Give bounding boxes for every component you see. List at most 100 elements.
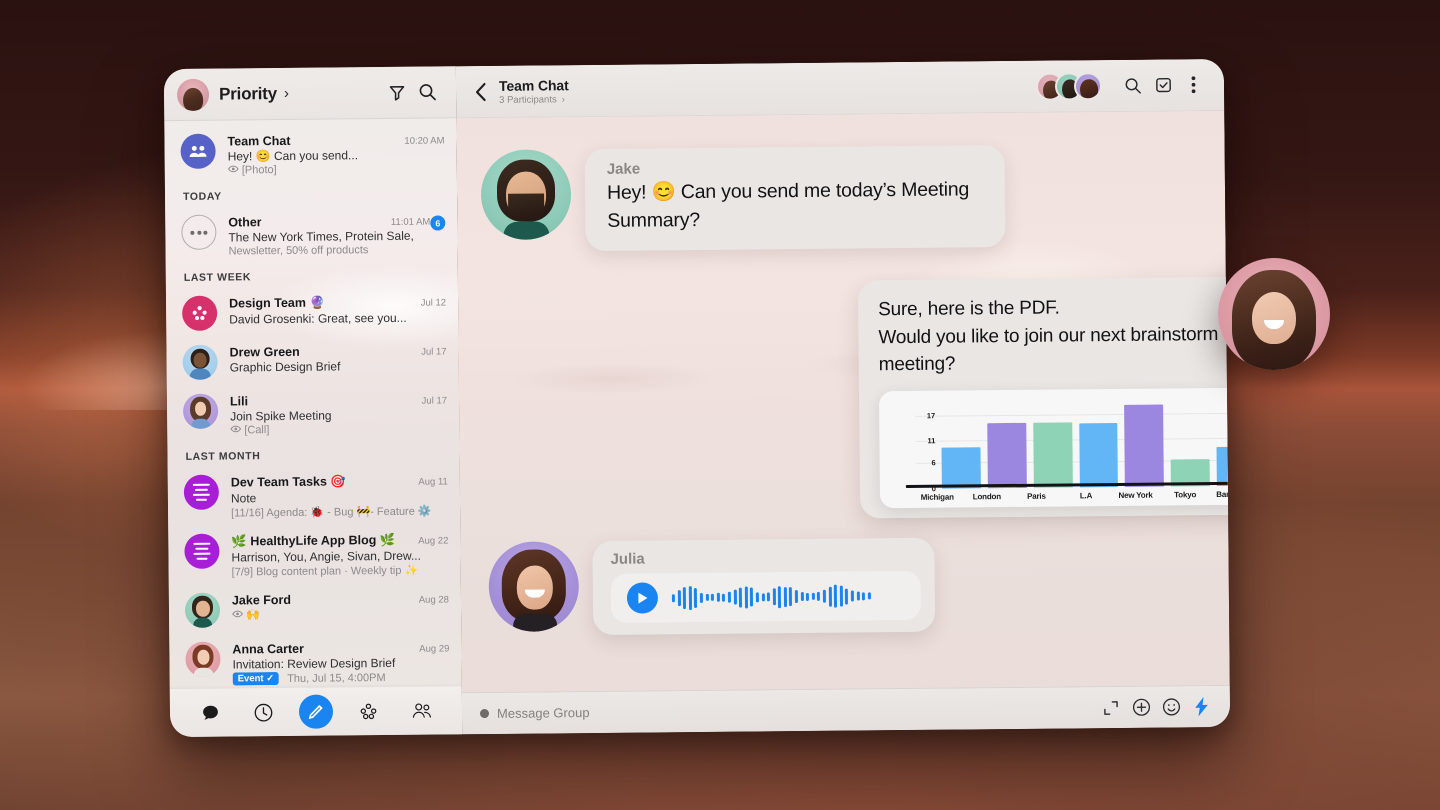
list-item-preview: Invitation: Review Design Brief	[232, 655, 396, 672]
list-item-meta-text: Newsletter, 50% off products	[228, 244, 369, 258]
avatar	[1073, 71, 1103, 100]
list-item-body: 🌿 HealthyLife App Blog 🌿 Aug 22 Harrison, …	[231, 531, 448, 579]
floating-avatar[interactable]	[1218, 258, 1330, 370]
lightning-icon[interactable]	[1186, 692, 1216, 722]
message-bubble[interactable]: Sure, here is the PDF. Would you like to…	[857, 276, 1230, 519]
list-item-top: Jake Ford Aug 28	[232, 591, 449, 608]
chevron-right-icon[interactable]: ›	[284, 85, 289, 102]
chart-x-axis-labels: Michigan London Paris L.A New York Tokyo Barce…	[916, 489, 1230, 501]
sidebar: Priority › Team Chat 10:20 AM Hey! 😊 Can y…	[163, 66, 463, 738]
chart-x-tick: Michigan	[920, 492, 954, 502]
avatar[interactable]	[488, 541, 580, 633]
search-icon[interactable]	[1118, 70, 1148, 100]
filter-icon[interactable]	[382, 77, 412, 107]
message-bubble[interactable]: Julia	[592, 537, 936, 636]
list-item[interactable]: Other 11:01 AM The New York Times, Protein…	[165, 205, 458, 265]
sidebar-header: Priority ›	[163, 66, 457, 122]
list-item-time: 11:01 AM	[390, 216, 431, 228]
participant-avatars[interactable]	[1035, 71, 1103, 101]
message-attachment: Sure, here is the PDF. Would you like to…	[857, 276, 1230, 519]
chat-list[interactable]: Team Chat 10:20 AM Hey! 😊 Can you send...[…	[164, 118, 461, 689]
list-item-top: Lili Jul 17	[230, 392, 447, 408]
plus-circle-icon[interactable]	[1126, 692, 1156, 722]
list-item-top: Dev Team Tasks 🎯 Aug 11	[231, 473, 448, 490]
list-item-title: Dev Team Tasks 🎯	[230, 474, 347, 490]
list-item-body: Drew Green Jul 17 Graphic Design Brief	[229, 342, 446, 375]
chart-x-tick: New York	[1118, 490, 1153, 500]
audio-waveform[interactable]	[671, 583, 905, 611]
dots-cluster-icon	[181, 295, 218, 331]
message-bubble[interactable]: Jake Hey! 😊 Can you send me today’s Meet…	[584, 145, 1006, 252]
list-item-meta: 🙌	[232, 606, 449, 621]
list-item[interactable]: 🌿 HealthyLife App Blog 🌿 Aug 22 Harrison, …	[168, 524, 461, 586]
avatar[interactable]	[480, 149, 572, 241]
section-label: TODAY	[182, 190, 222, 203]
list-item-top: Team Chat 10:20 AM	[227, 132, 445, 149]
list-item-top: Anna Carter Aug 29	[232, 640, 449, 657]
chart-attachment[interactable]: 0 6 11 17 Michigan London Paris L.A New York Tok…	[878, 387, 1230, 508]
eye-icon	[227, 164, 239, 176]
inbox-check-icon[interactable]	[1148, 70, 1178, 100]
message-jake: Jake Hey! 😊 Can you send me today’s Meet…	[480, 145, 1006, 252]
list-item-time: Aug 22	[418, 535, 449, 547]
more-vertical-icon[interactable]	[1178, 70, 1208, 100]
list-item-title: Other	[228, 215, 262, 230]
message-composer: Message Group	[461, 684, 1231, 735]
nav-recent-button[interactable]	[246, 695, 280, 729]
nav-contacts-button[interactable]	[404, 693, 438, 727]
list-item-time: Jul 17	[421, 395, 448, 407]
list-item-preview: Join Spike Meeting	[230, 408, 332, 424]
chat-subtitle[interactable]: 3 Participants ›	[499, 94, 569, 106]
list-item-meta-text: [7/9] Blog content plan · Weekly tip ✨	[231, 564, 419, 579]
note-icon	[184, 533, 220, 569]
avatar	[182, 344, 218, 380]
chart-y-tick: 11	[927, 436, 936, 446]
list-item-meta-text: [Photo]	[241, 164, 277, 177]
list-item[interactable]: Dev Team Tasks 🎯 Aug 11 Note [11/16] Agenda…	[168, 465, 461, 527]
expand-icon[interactable]	[1096, 692, 1126, 722]
chart-plot: 0 6 11 17	[915, 399, 1230, 493]
emoji-icon[interactable]	[1156, 692, 1186, 722]
list-item-time: Aug 28	[418, 594, 449, 606]
eye-icon	[232, 609, 243, 621]
list-item-meta-text: [11/16] Agenda: 🐞 - Bug 🚧- Feature ⚙️	[231, 505, 432, 520]
message-input[interactable]: Message Group	[497, 700, 1096, 721]
section-label: LAST MONTH	[185, 450, 261, 463]
search-icon[interactable]	[412, 77, 442, 107]
avatar-face	[1252, 292, 1296, 344]
message-sender: Julia	[610, 550, 645, 568]
list-item-top: Other 11:01 AM	[228, 214, 431, 230]
voice-player[interactable]	[610, 570, 922, 623]
list-item-body: Other 11:01 AM The New York Times, Protein…	[228, 213, 431, 258]
chart-bar	[987, 422, 1027, 488]
list-item[interactable]: Team Chat 10:20 AM Hey! 😊 Can you send...[…	[164, 124, 457, 184]
list-item-body: Team Chat 10:20 AM Hey! 😊 Can you send...[…	[227, 131, 444, 176]
nav-chats-button[interactable]	[193, 696, 227, 730]
chart-bar	[941, 447, 981, 489]
list-item-meta: Newsletter, 50% off products	[228, 244, 431, 258]
chat-panel: Team Chat 3 Participants › Jake Hey! 😊 C…	[455, 58, 1231, 735]
message-julia-voice: Julia	[488, 537, 936, 636]
profile-avatar[interactable]	[176, 78, 210, 111]
list-item[interactable]: Drew Green Jul 17 Graphic Design Brief	[166, 335, 458, 387]
list-item[interactable]: Jake Ford Aug 28 🙌	[169, 583, 461, 635]
chevron-left-icon[interactable]	[474, 81, 499, 101]
nav-groups-button[interactable]	[352, 694, 386, 728]
play-icon[interactable]	[626, 582, 659, 614]
chart-x-tick: London	[972, 491, 1001, 501]
list-item-preview: The New York Times, Protein Sale,	[228, 228, 414, 245]
group-icon	[180, 133, 216, 169]
note-icon	[183, 474, 220, 510]
list-item[interactable]: Anna Carter Aug 29 Invitation: Review Desi…	[169, 632, 462, 689]
list-item[interactable]: Design Team 🔮 Jul 12 David Grosenki: Great…	[166, 286, 458, 338]
list-item-time: 10:20 AM	[404, 135, 445, 147]
list-item[interactable]: Lili Jul 17 Join Spike Meeting [Call]	[167, 384, 460, 444]
list-item-preview: Note	[230, 491, 257, 506]
list-item-title: Drew Green	[229, 344, 300, 360]
section-label: LAST WEEK	[183, 271, 252, 284]
list-item-top: 🌿 HealthyLife App Blog 🌿 Aug 22	[231, 532, 448, 549]
nav-compose-button[interactable]	[298, 694, 334, 729]
chart-y-axis-labels: 0 6 11 17	[915, 402, 940, 493]
message-text: Hey! 😊 Can you send me today’s Meeting S…	[606, 178, 970, 232]
list-item-time: Aug 11	[418, 476, 448, 488]
